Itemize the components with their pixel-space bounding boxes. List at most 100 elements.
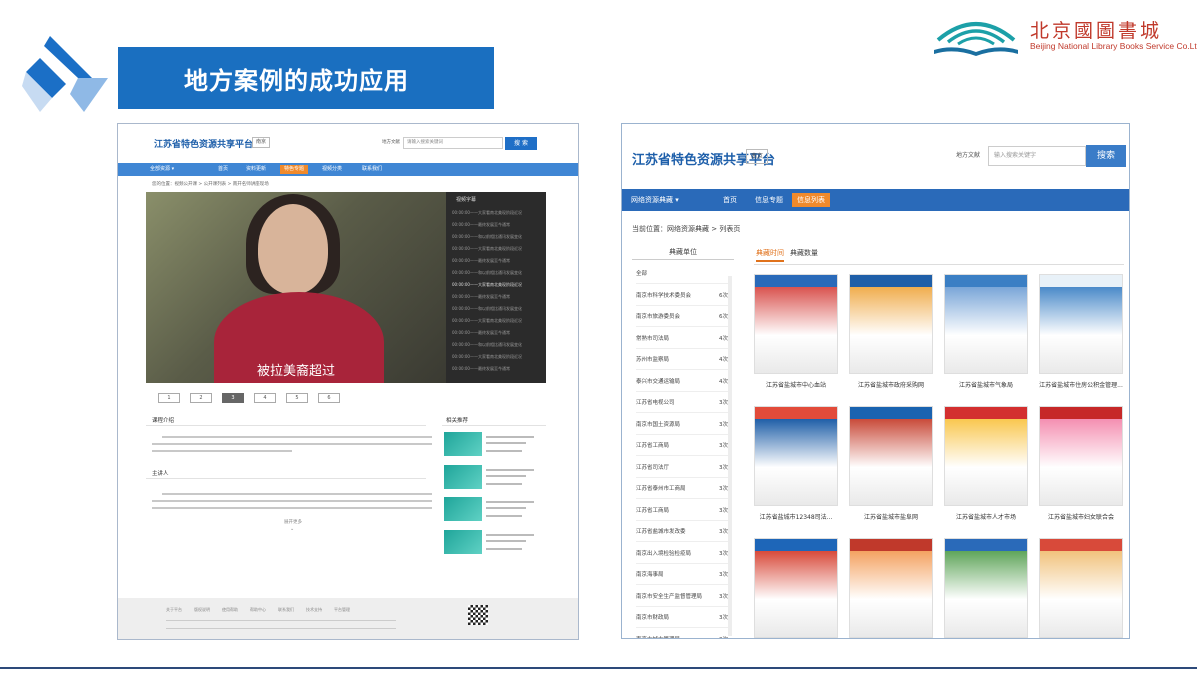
playlist-item[interactable]: 00:00:00——最终发展至今通常 [452,294,542,300]
footer-link[interactable]: 联系我们 [278,607,294,613]
left-nav-item[interactable]: 视频分类 [318,165,346,174]
page-button[interactable]: 2 [190,393,212,403]
playlist-item[interactable]: 00:00:00——和以前相比通讯发展变化 [452,342,542,348]
site-thumbnail-label[interactable]: 江苏省盐城市中心血站 [746,380,846,389]
site-thumbnail-card[interactable] [944,274,1028,374]
expand-more-link[interactable]: 展开更多 [284,519,302,525]
footer-link[interactable]: 版权说明 [194,607,210,613]
left-nav-item[interactable]: 首页 [214,165,232,174]
site-thumbnail-card[interactable] [754,538,838,638]
left-nav-item[interactable]: 联系我们 [358,165,386,174]
footer-link[interactable]: 平台管理 [334,607,350,613]
playlist-item[interactable]: 00:00:00——大家看南北美现阶段近况 [452,246,542,252]
sidebar-item[interactable]: 江苏省电视公司 3次 [636,393,732,413]
left-region-select[interactable]: 南京 [252,137,270,148]
site-thumbnail-card[interactable] [849,274,933,374]
page-button-active[interactable]: 3 [222,393,244,403]
sidebar-item-count: 4次 [719,378,728,385]
page-button[interactable]: 5 [286,393,308,403]
playlist-item[interactable]: 00:00:00——大家看南北美现阶段近况 [452,210,542,216]
right-search-input[interactable]: 输入搜索关键字 [988,146,1086,166]
playlist-item[interactable]: 00:00:00——和以前相比通讯发展变化 [452,234,542,240]
sidebar-item[interactable]: 苏州市监察局 4次 [636,350,732,370]
sidebar-item-count: 3次 [719,400,728,406]
sidebar-scrollbar[interactable] [728,276,732,636]
related-thumbnail[interactable] [444,432,482,456]
right-nav-item[interactable]: 信息专题 [750,193,788,207]
sidebar-item[interactable]: 南京市财政局 3次 [636,608,732,628]
site-thumbnail-card[interactable] [754,406,838,506]
left-nav-item[interactable]: 全部资源 ▾ [146,165,178,174]
footer-link[interactable]: 关于平台 [166,607,182,613]
playlist-item[interactable]: 00:00:00——最终发展至今通常 [452,258,542,264]
right-search-type[interactable]: 地方文献 [956,150,980,159]
related-thumbnail[interactable] [444,497,482,521]
site-thumbnail-card[interactable] [849,538,933,638]
playlist-item[interactable]: 00:00:00——大家看南北美现阶段近况 [452,318,542,324]
left-nav-item-active[interactable]: 特色专题 [280,165,309,174]
playlist-item[interactable]: 00:00:00——和以前相比通讯发展变化 [452,306,542,312]
playlist-item[interactable]: 00:00:00——和以前相比通讯发展变化 [452,270,542,276]
footer-link[interactable]: 帮助中心 [250,607,266,613]
sidebar-item[interactable]: 南京市安全生产监督管理局 3次 [636,587,732,607]
right-nav-item[interactable]: 网络资源典藏 ▾ [626,193,684,207]
right-nav-item-active[interactable]: 信息列表 [792,193,830,207]
sidebar-item[interactable]: 江苏省工商局 3次 [636,436,732,456]
site-thumbnail-label[interactable]: 江苏省盐城市人才市场 [936,512,1036,521]
site-thumbnail-card[interactable] [1039,274,1123,374]
page-button[interactable]: 4 [254,393,276,403]
site-thumbnail-card[interactable] [944,406,1028,506]
left-search-type[interactable]: 地方文献 [382,139,400,145]
playlist-item[interactable]: 00:00:00——最终发展至今通常 [452,366,542,372]
playlist-item[interactable]: 00:00:00——大家看南北美现阶段近况 [452,354,542,360]
sidebar-item-count: 6次 [719,314,728,320]
sidebar-item-label: 南京海事局 [636,572,664,578]
sidebar-item[interactable]: 泰兴市交通运输局 4次 [636,372,732,392]
tab-count[interactable]: 典藏数量 [790,248,818,258]
sidebar-item[interactable]: 南京市旅游委员会 6次 [636,307,732,327]
footer-link[interactable]: 使用帮助 [222,607,238,613]
right-search-button[interactable]: 搜索 [1086,145,1126,167]
site-thumbnail-card[interactable] [754,274,838,374]
sidebar-item[interactable]: 江苏省泰州市工商局 3次 [636,479,732,499]
video-player[interactable]: 被拉美裔超过 [146,192,446,383]
sidebar-item[interactable]: 南京市国土资源局 3次 [636,415,732,435]
site-thumbnail-label[interactable]: 江苏省盐城市妇女联合会 [1031,512,1129,521]
left-header: 江苏省特色资源共享平台 南京 地方文献 请输入搜索关键词 搜 索 [118,124,578,162]
site-thumbnail-card[interactable] [1039,538,1123,638]
left-search-input[interactable]: 请输入搜索关键词 [403,137,503,149]
playlist-item[interactable]: 00:00:00——最终发展至今通常 [452,330,542,336]
playlist-item[interactable]: 00:00:00——最终发展至今通常 [452,222,542,228]
page-button[interactable]: 1 [158,393,180,403]
sidebar-item[interactable]: 南京出入境检验检疫局 3次 [636,544,732,564]
page-button[interactable]: 6 [318,393,340,403]
site-thumbnail-label[interactable]: 江苏省盐城市住房公积金管理... [1031,380,1129,389]
related-thumbnail[interactable] [444,465,482,489]
sidebar-item[interactable]: 南京市城市管理局 3次 [636,630,732,639]
site-thumbnail-card[interactable] [849,406,933,506]
sidebar-item[interactable]: 江苏省工商局 3次 [636,501,732,521]
related-thumbnail[interactable] [444,530,482,554]
sidebar-item[interactable]: 南京市科学技术委员会 6次 [636,286,732,306]
sidebar-item[interactable]: 全部 [636,264,732,284]
sidebar-item[interactable]: 常熟市司法局 4次 [636,329,732,349]
left-search-button[interactable]: 搜 索 [505,137,537,150]
site-thumbnail-label[interactable]: 江苏省盐城市12348司法... [746,512,846,521]
left-screenshot: 江苏省特色资源共享平台 南京 地方文献 请输入搜索关键词 搜 索 全部资源 ▾ … [117,123,579,640]
playlist-item[interactable]: 00:00:00——大家看南北美现阶段近况 [452,282,542,288]
sidebar-item[interactable]: 江苏省司法厅 3次 [636,458,732,478]
site-thumbnail-label[interactable]: 江苏省盐城市政府采购网 [841,380,941,389]
footer-link[interactable]: 技术支持 [306,607,322,613]
left-nav-item[interactable]: 资料更新 [242,165,270,174]
sidebar-item[interactable]: 江苏省盐城市发改委 3次 [636,522,732,542]
site-thumbnail-label[interactable]: 江苏省盐城市气象局 [936,380,1036,389]
site-thumbnail-label[interactable]: 江苏省盐城市盐阜网 [841,512,941,521]
sidebar-item[interactable]: 南京海事局 3次 [636,565,732,585]
right-nav-item[interactable]: 首页 [718,193,742,207]
right-region-select[interactable]: 南京 [746,149,768,164]
site-thumbnail-card[interactable] [1039,406,1123,506]
tab-time[interactable]: 典藏时间 [756,248,784,262]
site-thumbnail-card[interactable] [944,538,1028,638]
chevron-down-icon[interactable]: ⌄ [290,526,294,532]
left-site-logo[interactable]: 江苏省特色资源共享平台 [154,137,253,150]
